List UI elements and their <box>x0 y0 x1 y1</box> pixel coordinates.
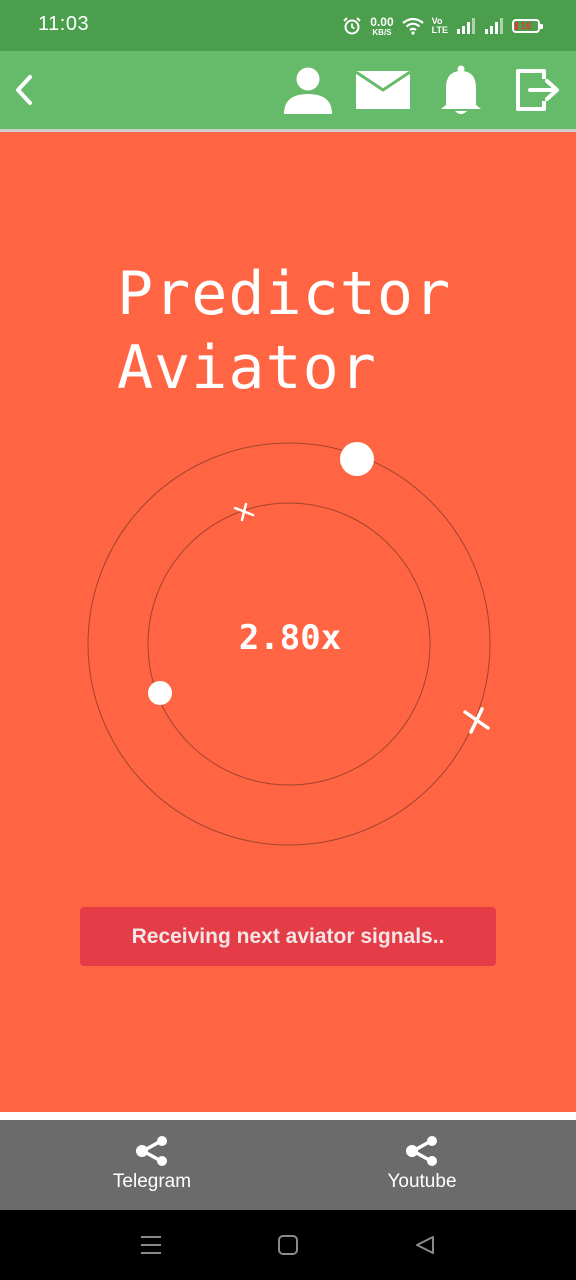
inner-orbit-dot <box>148 681 172 705</box>
telegram-link[interactable]: Telegram <box>52 1120 252 1210</box>
battery-icon: 16 <box>512 19 543 33</box>
battery-level: 16 <box>520 20 532 32</box>
signal-icon <box>456 18 476 34</box>
content-separator <box>0 1112 576 1120</box>
bell-icon <box>441 65 481 114</box>
volte-bottom: LTE <box>431 25 448 35</box>
youtube-label: Youtube <box>387 1171 457 1192</box>
system-nav-bar <box>0 1210 576 1280</box>
wifi-icon <box>401 17 424 35</box>
logout-button[interactable] <box>512 51 564 129</box>
mail-button[interactable] <box>354 51 412 129</box>
net-speed-value: 0.00 <box>370 14 394 29</box>
bottom-links-bar: Telegram Youtube <box>0 1120 576 1210</box>
youtube-link[interactable]: Youtube <box>322 1120 522 1210</box>
back-icon <box>16 75 32 105</box>
app-header <box>0 51 576 132</box>
net-speed: 0.00 KB/S <box>370 16 393 37</box>
inner-orbit-cross-icon <box>233 502 255 522</box>
notifications-button[interactable] <box>436 51 486 129</box>
battery-fill <box>515 22 518 30</box>
back-button[interactable] <box>6 51 42 129</box>
share-icon <box>136 1136 167 1166</box>
status-bar: 11:03 0.00 KB/S Vo LTE 16 <box>0 0 576 51</box>
recents-icon <box>141 1236 161 1254</box>
home-icon <box>278 1235 298 1255</box>
status-time: 11:03 <box>38 13 90 35</box>
volte-indicator: Vo LTE <box>432 17 448 35</box>
outer-orbit-dot <box>340 442 374 476</box>
telegram-label: Telegram <box>112 1171 192 1192</box>
signal-icon-2 <box>484 18 504 34</box>
back-system-button[interactable] <box>395 1210 455 1280</box>
status-icons: 0.00 KB/S Vo LTE 16 <box>342 12 543 40</box>
main-content: Predictor Aviator 2.80x Receiving next a… <box>0 132 576 1112</box>
net-speed-unit: KB/S <box>372 27 392 37</box>
mail-icon <box>355 70 411 109</box>
profile-button[interactable] <box>280 51 336 129</box>
orbit-animation <box>87 442 491 846</box>
signal-status-button[interactable]: Receiving next aviator signals.. <box>80 907 496 966</box>
home-button[interactable] <box>258 1210 318 1280</box>
profile-icon <box>284 67 332 114</box>
outer-orbit-cross-icon <box>463 707 490 734</box>
multiplier-value: 2.80x <box>238 618 342 658</box>
logout-icon <box>516 69 559 111</box>
alarm-icon <box>342 16 362 36</box>
back-triangle-icon <box>416 1236 434 1254</box>
share-icon <box>406 1136 437 1166</box>
recents-button[interactable] <box>121 1210 181 1280</box>
